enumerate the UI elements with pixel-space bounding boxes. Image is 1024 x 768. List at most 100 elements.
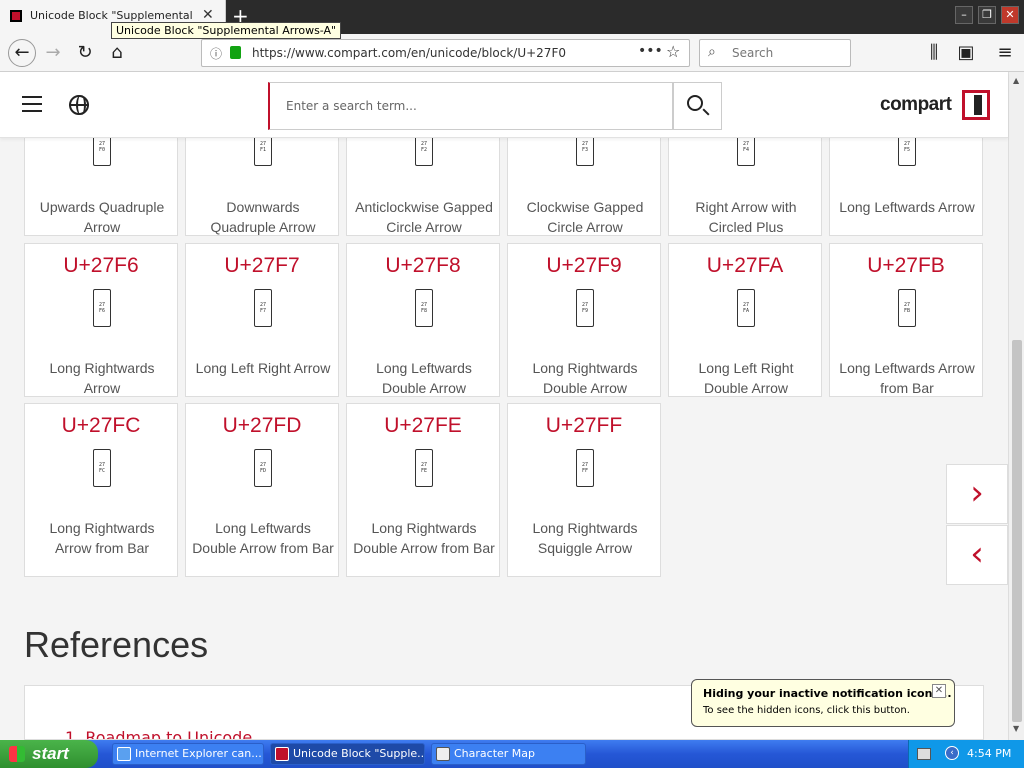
windows-flag-icon xyxy=(9,746,25,762)
sidebar-icon[interactable]: ▣ xyxy=(955,42,977,64)
code-point-link[interactable]: U+27FB xyxy=(830,254,982,278)
glyph-placeholder-icon: 27 FF xyxy=(576,449,594,487)
browser-app-icon xyxy=(275,747,289,761)
browser-search-placeholder: Search xyxy=(732,46,774,60)
search-icon: ⌕ xyxy=(708,44,716,60)
character-card[interactable]: U+27F9 27 F9 Long Rightwards Double Arrow xyxy=(507,243,661,397)
site-search-button[interactable] xyxy=(673,82,722,130)
character-name: Long Rightwards Double Arrow from Bar xyxy=(353,520,495,556)
globe-language-icon[interactable] xyxy=(69,95,89,115)
glyph-code-text: FC xyxy=(98,468,106,474)
info-icon[interactable]: ⓘ xyxy=(210,45,222,62)
scroll-down-icon[interactable]: ▼ xyxy=(1013,724,1019,733)
glyph-code-text: F3 xyxy=(581,147,589,153)
glyph-code-text: F9 xyxy=(581,308,589,314)
character-map-icon xyxy=(436,747,450,761)
minimize-icon[interactable]: – xyxy=(955,6,973,24)
reference-link[interactable]: 1. Roadmap to Unicode xyxy=(65,728,252,739)
character-name: Long Leftwards Double Arrow from Bar xyxy=(192,520,334,556)
character-name: Long Rightwards Arrow xyxy=(49,360,155,396)
page-actions-icon[interactable]: ••• xyxy=(638,43,663,59)
navigation-toolbar: ← → ↻ ⌂ ⓘ https://www.compart.com/en/uni… xyxy=(0,34,1024,72)
references-heading: References xyxy=(24,624,209,665)
url-text[interactable]: https://www.compart.com/en/unicode/block… xyxy=(252,46,566,60)
browser-search-input[interactable]: ⌕ Search xyxy=(699,39,851,67)
character-name: Anticlockwise Gapped Circle Arrow xyxy=(355,199,493,235)
glyph-code-text: F7 xyxy=(259,308,267,314)
tab-title: Unicode Block "Supplemental Arro xyxy=(30,9,195,22)
taskbar-item-unicode-block[interactable]: Unicode Block "Supple... xyxy=(270,743,425,765)
task-label: Internet Explorer can... xyxy=(135,747,262,760)
code-point-link[interactable]: U+27FA xyxy=(669,254,821,278)
code-point-link[interactable]: U+27F6 xyxy=(25,254,177,278)
glyph-code-text: F6 xyxy=(98,308,106,314)
url-bar[interactable]: ⓘ https://www.compart.com/en/unicode/blo… xyxy=(201,39,690,67)
character-name: Long Rightwards Arrow from Bar xyxy=(49,520,155,556)
glyph-placeholder-icon: 27 F6 xyxy=(93,289,111,327)
hamburger-menu-icon[interactable] xyxy=(22,96,42,112)
glyph-placeholder-icon: 27 F7 xyxy=(254,289,272,327)
glyph-code-text: F5 xyxy=(903,147,911,153)
character-card[interactable]: U+27FA 27 FA Long Left Right Double Arrow xyxy=(668,243,822,397)
glyph-placeholder-icon: 27 FA xyxy=(737,289,755,327)
code-point-link[interactable]: U+27F7 xyxy=(186,254,338,278)
character-card[interactable]: U+27F7 27 F7 Long Left Right Arrow xyxy=(185,243,339,397)
compart-logo-icon[interactable] xyxy=(962,90,990,120)
character-card[interactable]: U+27FC 27 FC Long Rightwards Arrow from Bar xyxy=(24,403,178,577)
taskbar-item-ie[interactable]: Internet Explorer can... xyxy=(112,743,264,765)
code-point-link[interactable]: U+27FD xyxy=(186,414,338,438)
glyph-code-text: F8 xyxy=(420,308,428,314)
character-name: Right Arrow with Circled Plus xyxy=(695,199,797,235)
restore-icon[interactable]: ❐ xyxy=(978,6,996,24)
lock-icon[interactable] xyxy=(230,46,241,59)
taskbar-item-character-map[interactable]: Character Map xyxy=(431,743,586,765)
tab-close-icon[interactable]: ✕ xyxy=(202,7,214,23)
glyph-code-text: FB xyxy=(903,308,911,314)
character-card[interactable]: U+27FF 27 FF Long Rightwards Squiggle Arrow xyxy=(507,403,661,577)
next-block-arrow-button[interactable]: › xyxy=(946,464,1008,524)
home-icon[interactable]: ⌂ xyxy=(106,42,128,64)
show-hidden-icons-icon[interactable]: ‹ xyxy=(945,746,959,760)
glyph-placeholder-icon: 27 F9 xyxy=(576,289,594,327)
page-scrollbar[interactable]: ▲ ▼ xyxy=(1008,72,1024,740)
tab-tooltip: Unicode Block "Supplemental Arrows-A" xyxy=(111,22,342,39)
scroll-up-icon[interactable]: ▲ xyxy=(1013,76,1019,85)
character-name: Upwards Quadruple Arrow xyxy=(39,199,165,235)
site-header: Enter a search term... compart xyxy=(0,72,1008,138)
character-name: Long Left Right Arrow xyxy=(195,360,331,376)
code-point-link[interactable]: U+27F9 xyxy=(508,254,660,278)
library-icon[interactable]: ⫼ xyxy=(923,42,945,64)
reload-icon[interactable]: ↻ xyxy=(74,42,96,64)
menu-icon[interactable]: ≡ xyxy=(994,42,1016,64)
character-card[interactable]: U+27F8 27 F8 Long Leftwards Double Arrow xyxy=(346,243,500,397)
character-card[interactable]: U+27FD 27 FD Long Leftwards Double Arrow fr… xyxy=(185,403,339,577)
character-card[interactable]: U+27F6 27 F6 Long Rightwards Arrow xyxy=(24,243,178,397)
character-name: Long Leftwards Double Arrow xyxy=(376,360,472,396)
glyph-placeholder-icon: 27 FD xyxy=(254,449,272,487)
scrollbar-thumb[interactable] xyxy=(1012,340,1022,722)
code-point-link[interactable]: U+27FE xyxy=(347,414,499,438)
character-name: Long Rightwards Double Arrow xyxy=(532,360,638,396)
balloon-close-icon[interactable]: ✕ xyxy=(932,684,946,698)
back-arrow-icon[interactable]: ← xyxy=(8,39,36,67)
start-button[interactable]: start xyxy=(0,740,98,768)
code-point-link[interactable]: U+27FC xyxy=(25,414,177,438)
glyph-code-text: F4 xyxy=(742,147,750,153)
ie-icon xyxy=(117,747,131,761)
compart-logo-text[interactable]: compart xyxy=(880,94,952,116)
forward-arrow-icon[interactable]: → xyxy=(42,42,64,64)
window-close-icon[interactable]: ✕ xyxy=(1001,6,1019,24)
character-card[interactable]: U+27FB 27 FB Long Leftwards Arrow from Bar xyxy=(829,243,983,397)
site-search-input[interactable]: Enter a search term... xyxy=(268,82,673,130)
code-point-link[interactable]: U+27FF xyxy=(508,414,660,438)
bookmark-star-icon[interactable]: ☆ xyxy=(666,42,680,61)
character-name: Clockwise Gapped Circle Arrow xyxy=(526,199,644,235)
notification-balloon[interactable]: Hiding your inactive notification icons.… xyxy=(691,679,955,727)
character-card[interactable]: U+27FE 27 FE Long Rightwards Double Arrow f… xyxy=(346,403,500,577)
previous-block-arrow-button[interactable]: ‹ xyxy=(946,525,1008,585)
task-label: Character Map xyxy=(454,747,536,760)
code-point-link[interactable]: U+27F8 xyxy=(347,254,499,278)
balloon-body: To see the hidden icons, click this butt… xyxy=(703,705,910,716)
glyph-placeholder-icon: 27 FE xyxy=(415,449,433,487)
keyboard-icon[interactable] xyxy=(917,748,931,760)
